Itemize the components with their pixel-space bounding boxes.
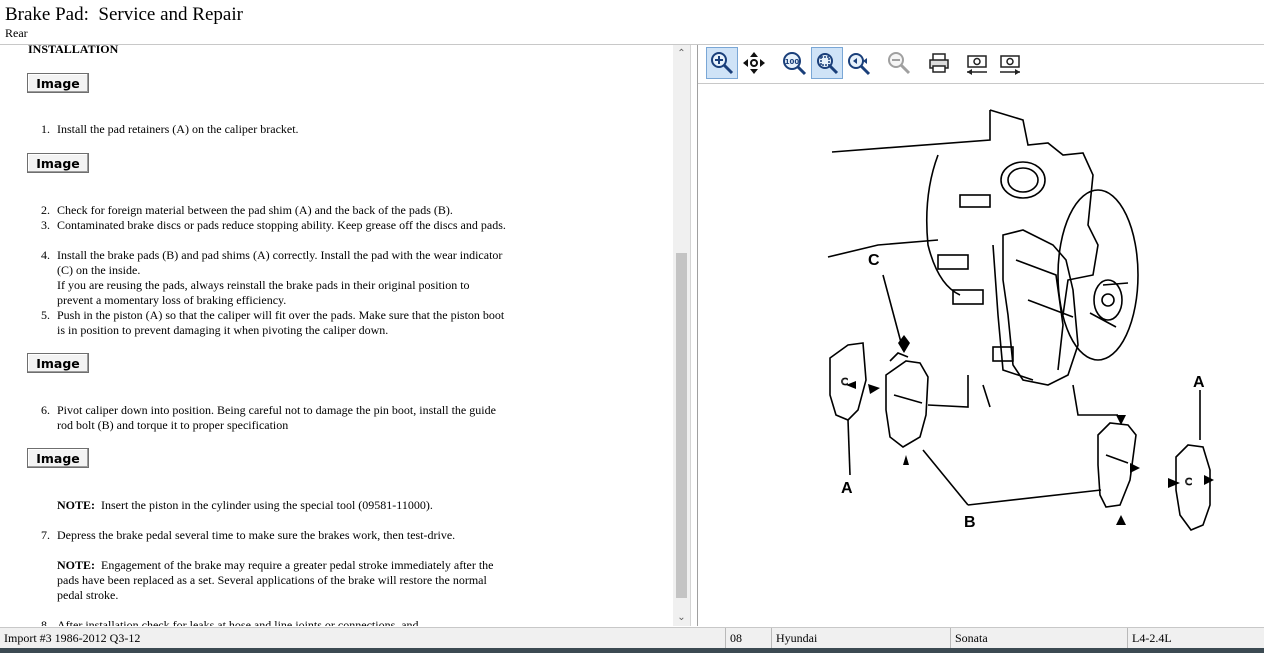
callout-label-a-left: A (841, 480, 853, 497)
zoom-fit-icon (817, 53, 839, 75)
scroll-up-arrow-icon[interactable]: ⌃ (673, 45, 690, 62)
image-button-4[interactable]: Image (27, 448, 89, 468)
zoom-out-icon (888, 52, 911, 75)
status-year: 08 (725, 628, 770, 648)
step-5: 5. Push in the piston (A) so that the ca… (41, 308, 505, 337)
step-2: 2. Check for foreign material between th… (41, 203, 453, 217)
step-3: 3. Contaminated brake discs or pads redu… (41, 218, 506, 232)
note-2: NOTE: Engagement of the brake may requir… (57, 558, 494, 602)
svg-text:C: C (841, 377, 848, 388)
zoom-in-icon (711, 52, 734, 75)
step-4: 4. Install the brake pads (B) and pad sh… (41, 248, 503, 307)
image-button-1[interactable]: Image (27, 73, 89, 93)
previous-image-icon (967, 55, 987, 75)
status-bar: Import #3 1986-2012 Q3-12 08 Hyundai Son… (0, 627, 1264, 648)
text-pane-scrollbar[interactable]: ⌃ ⌄ (673, 45, 690, 626)
zoom-window-icon (848, 53, 871, 76)
zoom-100-button[interactable]: 100 (778, 47, 810, 79)
step-7: 7. Depress the brake pedal several time … (41, 528, 456, 542)
status-model: Sonata (950, 628, 1127, 648)
svg-text:C: C (1185, 477, 1192, 488)
step-6: 6. Pivot caliper down into position. Bei… (41, 403, 496, 432)
next-image-icon (1000, 55, 1020, 75)
next-image-button[interactable] (994, 47, 1026, 79)
step-1: 1. Install the pad retainers (A) on the … (41, 122, 299, 136)
print-button[interactable] (923, 47, 955, 79)
pan-icon (743, 52, 765, 74)
image-viewer-pane: 100 C C C A A B (697, 45, 1264, 626)
step-8: 8. After installation check for leaks at… (41, 618, 419, 626)
callout-label-b: B (964, 514, 976, 531)
zoom-100-icon: 100 (783, 52, 807, 76)
zoom-fit-button[interactable] (811, 47, 843, 79)
image-toolbar: 100 (698, 45, 1264, 84)
section-title: INSTALLATION (28, 45, 119, 56)
procedure-text-pane[interactable]: INSTALLATION Image 1. Install the pad re… (0, 45, 672, 626)
zoom-out-button[interactable] (883, 47, 915, 79)
image-button-3[interactable]: Image (27, 353, 89, 373)
status-engine: L4-2.4L (1127, 628, 1262, 648)
previous-image-button[interactable] (961, 47, 993, 79)
scroll-down-arrow-icon[interactable]: ⌄ (673, 609, 690, 626)
page-subtitle: Rear (5, 26, 28, 40)
svg-text:100: 100 (785, 58, 800, 66)
zoom-window-button[interactable] (843, 47, 875, 79)
callout-label-a-right: A (1193, 374, 1205, 391)
status-make: Hyundai (771, 628, 950, 648)
note-1: NOTE: Insert the piston in the cylinder … (57, 498, 433, 512)
brake-pad-diagram: C C C A A B (827, 109, 1214, 531)
image-button-2[interactable]: Image (27, 153, 89, 173)
scrollbar-thumb[interactable] (676, 253, 687, 598)
pane-splitter[interactable] (690, 45, 697, 626)
taskbar-strip (0, 648, 1264, 653)
callout-label-c: C (868, 252, 880, 269)
document-header: Brake Pad: Service and Repair Rear (0, 0, 1264, 45)
status-import: Import #3 1986-2012 Q3-12 (4, 631, 141, 645)
pan-button[interactable] (738, 47, 770, 79)
print-icon (929, 53, 949, 73)
page-title: Brake Pad: Service and Repair (5, 4, 243, 25)
zoom-in-button[interactable] (706, 47, 738, 79)
